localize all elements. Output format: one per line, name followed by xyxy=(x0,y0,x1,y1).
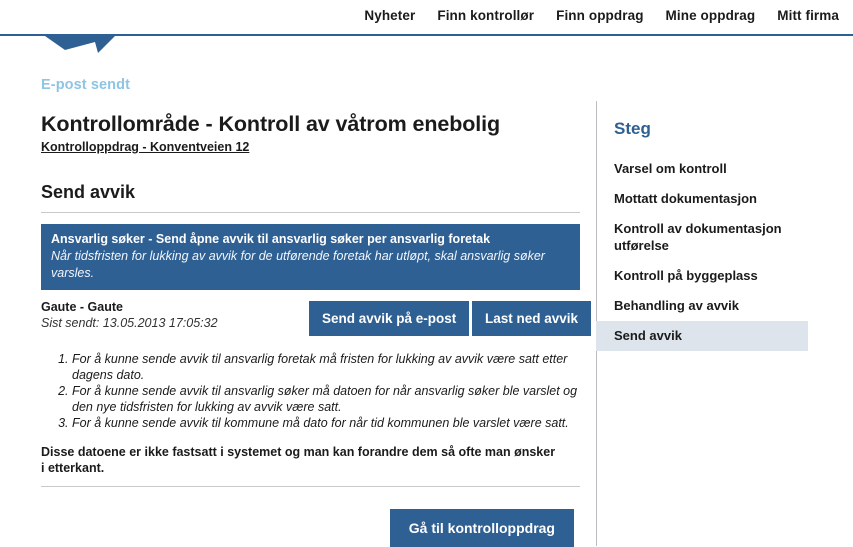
closing-note: Disse datoene er ikke fastsatt i systeme… xyxy=(41,444,556,475)
info-banner-title: Ansvarlig søker - Send åpne avvik til an… xyxy=(51,232,491,246)
bottom-divider xyxy=(41,485,580,487)
nav-item-finn-kontrollor[interactable]: Finn kontrollør xyxy=(437,8,534,23)
goto-kontrolloppdrag-button[interactable]: Gå til kontrolloppdrag xyxy=(389,508,574,547)
breadcrumb-link[interactable]: Kontrolloppdrag - Konventveien 12 xyxy=(41,140,249,154)
sidebar-item-varsel-om-kontroll[interactable]: Varsel om kontroll xyxy=(596,154,808,184)
steps-sidebar: Steg Varsel om kontroll Mottatt dokument… xyxy=(596,118,839,351)
sidebar-item-send-avvik[interactable]: Send avvik xyxy=(596,321,808,351)
list-item: For å kunne sende avvik til ansvarlig sø… xyxy=(72,384,580,415)
sidebar-item-behandling-av-avvik[interactable]: Behandling av avvik xyxy=(596,291,808,321)
sidebar-heading: Steg xyxy=(614,119,651,138)
section-divider xyxy=(41,212,580,213)
blue-flag-triangle-icon xyxy=(45,36,115,54)
nav-item-nyheter[interactable]: Nyheter xyxy=(364,8,415,23)
sidebar-item-kontroll-pa-byggeplass[interactable]: Kontroll på byggeplass xyxy=(596,261,808,291)
nav-item-finn-oppdrag[interactable]: Finn oppdrag xyxy=(556,8,643,23)
nav-item-mine-oppdrag[interactable]: Mine oppdrag xyxy=(666,8,756,23)
main-content: Kontrollområde - Kontroll av våtrom eneb… xyxy=(41,110,592,547)
footer-actions: Gå til kontrolloppdrag xyxy=(41,508,574,547)
list-item: For å kunne sende avvik til ansvarlig fo… xyxy=(72,352,580,383)
download-avvik-button[interactable]: Last ned avvik xyxy=(472,301,592,336)
section-title: Send avvik xyxy=(41,182,136,202)
send-avvik-email-button[interactable]: Send avvik på e-post xyxy=(309,301,470,336)
nav-links: Nyheter Finn kontrollør Finn oppdrag Min… xyxy=(364,8,839,23)
flash-message: E-post sendt xyxy=(41,77,131,93)
top-navigation-bar: Nyheter Finn kontrollør Finn oppdrag Min… xyxy=(0,0,853,36)
list-item: For å kunne sende avvik til kommune må d… xyxy=(72,416,580,432)
nav-item-mitt-firma[interactable]: Mitt firma xyxy=(777,8,839,23)
page-title: Kontrollområde - Kontroll av våtrom eneb… xyxy=(41,112,501,136)
info-banner: Ansvarlig søker - Send åpne avvik til an… xyxy=(41,224,580,290)
sender-row: Gaute - Gaute Sist sendt: 13.05.2013 17:… xyxy=(41,299,592,341)
info-banner-subtitle: Når tidsfristen for lukking av avvik for… xyxy=(51,249,545,280)
sidebar-item-mottatt-dokumentasjon[interactable]: Mottatt dokumentasjon xyxy=(596,184,808,214)
sidebar-item-kontroll-av-dokumentasjon-utforelse[interactable]: Kontroll av dokumentasjon utførelse xyxy=(596,214,808,261)
rules-list: For å kunne sende avvik til ansvarlig fo… xyxy=(41,352,580,432)
